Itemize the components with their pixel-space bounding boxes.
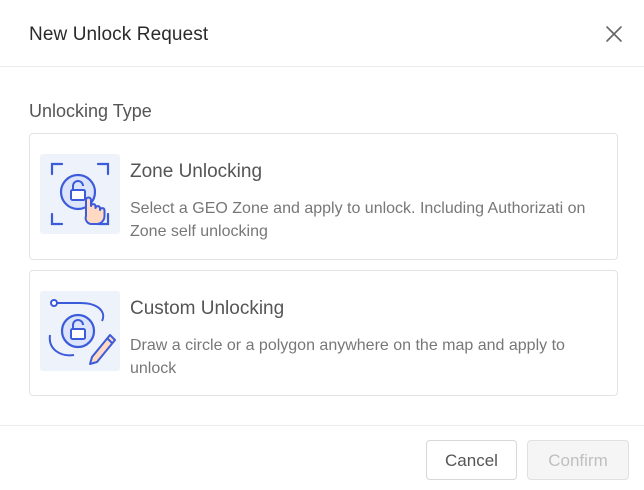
close-icon[interactable] [602, 22, 626, 46]
dialog-header: New Unlock Request [0, 0, 644, 67]
unlock-request-dialog: New Unlock Request Unlocking Type Zone U… [0, 0, 644, 490]
dialog-footer: Cancel Confirm [0, 425, 644, 490]
dialog-title: New Unlock Request [29, 24, 209, 45]
custom-unlocking-description: Draw a circle or a polygon anywhere on t… [130, 337, 565, 377]
zone-unlocking-option[interactable]: Zone Unlocking Select a GEO Zone and app… [29, 133, 618, 260]
custom-unlock-icon [40, 291, 120, 371]
zone-unlocking-description: Select a GEO Zone and apply to unlock. I… [130, 200, 586, 240]
confirm-button[interactable]: Confirm [527, 440, 629, 480]
unlocking-type-label: Unlocking Type [29, 101, 152, 121]
zone-unlock-icon [40, 154, 120, 234]
custom-unlocking-title: Custom Unlocking [130, 298, 285, 319]
cancel-button[interactable]: Cancel [426, 440, 517, 480]
custom-unlocking-option[interactable]: Custom Unlocking Draw a circle or a poly… [29, 270, 618, 396]
zone-unlocking-title: Zone Unlocking [130, 161, 263, 182]
